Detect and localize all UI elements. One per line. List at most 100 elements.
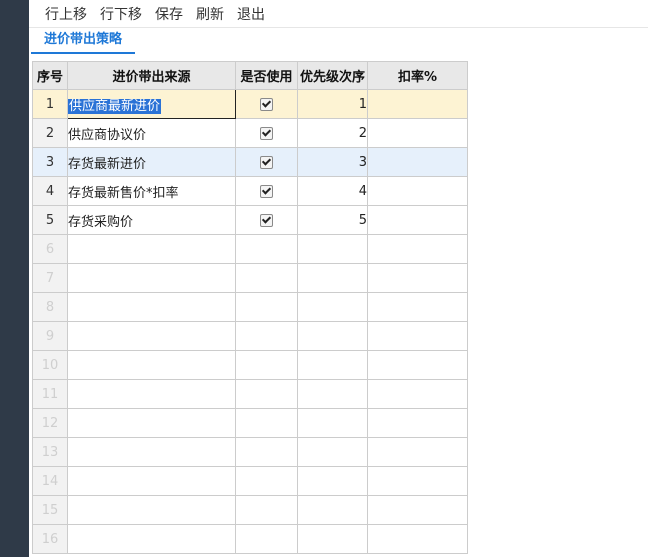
priority-cell[interactable] [297,379,368,409]
empty-row[interactable]: 14 [32,466,468,496]
rate-cell[interactable] [367,321,468,351]
empty-row[interactable]: 13 [32,437,468,467]
empty-row[interactable]: 9 [32,321,468,351]
table-row[interactable]: 3 存货最新进价 3 [32,147,468,177]
move-row-up-button[interactable]: 行上移 [45,4,87,24]
use-cell [235,89,298,119]
empty-row[interactable]: 11 [32,379,468,409]
rate-cell[interactable] [367,147,468,177]
empty-row[interactable]: 8 [32,292,468,322]
rate-cell[interactable] [367,350,468,380]
source-cell[interactable]: 存货最新进价 [67,147,236,177]
use-cell[interactable] [235,408,298,438]
table-row[interactable]: 1 供应商最新进价 1 [32,89,468,119]
priority-cell[interactable]: 1 [297,89,368,119]
use-cell[interactable] [235,379,298,409]
priority-cell[interactable]: 3 [297,147,368,177]
strategy-grid: 序号 进价带出来源 是否使用 优先级次序 扣率% 1 供应商最新进价 1 2 供… [32,61,468,554]
empty-row[interactable]: 16 [32,524,468,554]
use-cell[interactable] [235,495,298,525]
source-text-selected[interactable]: 供应商最新进价 [68,98,162,114]
refresh-button[interactable]: 刷新 [196,4,224,24]
use-checkbox[interactable] [260,184,273,198]
source-cell[interactable] [67,350,236,380]
priority-cell[interactable] [297,495,368,525]
rate-cell[interactable] [367,118,468,148]
source-cell[interactable] [67,408,236,438]
header-seq[interactable]: 序号 [32,61,68,90]
priority-cell[interactable]: 5 [297,205,368,235]
tab-purchase-price-strategy[interactable]: 进价带出策略 [31,29,135,54]
use-checkbox[interactable] [260,213,273,227]
priority-cell[interactable] [297,437,368,467]
header-rate[interactable]: 扣率% [367,61,468,90]
use-cell[interactable] [235,437,298,467]
use-cell[interactable] [235,234,298,264]
strategy-table: 序号 进价带出来源 是否使用 优先级次序 扣率% 1 供应商最新进价 1 2 供… [32,61,468,554]
priority-cell[interactable] [297,321,368,351]
rate-cell[interactable] [367,379,468,409]
save-button[interactable]: 保存 [155,4,183,24]
use-checkbox[interactable] [260,155,273,169]
use-cell[interactable] [235,263,298,293]
source-cell[interactable] [67,263,236,293]
move-row-down-button[interactable]: 行下移 [100,4,142,24]
rate-cell[interactable] [367,89,468,119]
source-cell[interactable]: 存货采购价 [67,205,236,235]
source-cell[interactable] [67,292,236,322]
priority-cell[interactable]: 2 [297,118,368,148]
rate-cell[interactable] [367,292,468,322]
use-cell[interactable] [235,350,298,380]
use-cell [235,118,298,148]
use-cell [235,205,298,235]
empty-row[interactable]: 12 [32,408,468,438]
empty-row[interactable]: 15 [32,495,468,525]
priority-cell[interactable] [297,466,368,496]
source-cell-editing[interactable]: 供应商最新进价 [67,89,236,119]
tab-bar: 进价带出策略 [29,29,648,55]
priority-cell[interactable] [297,263,368,293]
source-cell[interactable] [67,524,236,554]
priority-cell[interactable] [297,524,368,554]
rate-cell[interactable] [367,205,468,235]
exit-button[interactable]: 退出 [237,4,265,24]
empty-row[interactable]: 7 [32,263,468,293]
rate-cell[interactable] [367,466,468,496]
rate-cell[interactable] [367,437,468,467]
rate-cell[interactable] [367,524,468,554]
use-checkbox[interactable] [260,97,273,111]
use-checkbox[interactable] [260,126,273,140]
priority-cell[interactable] [297,350,368,380]
empty-row[interactable]: 6 [32,234,468,264]
rate-cell[interactable] [367,234,468,264]
table-row[interactable]: 2 供应商协议价 2 [32,118,468,148]
header-row: 序号 进价带出来源 是否使用 优先级次序 扣率% [32,61,468,90]
source-cell[interactable] [67,321,236,351]
header-source[interactable]: 进价带出来源 [67,61,236,90]
table-row[interactable]: 5 存货采购价 5 [32,205,468,235]
empty-row[interactable]: 10 [32,350,468,380]
rate-cell[interactable] [367,176,468,206]
use-cell[interactable] [235,466,298,496]
source-cell[interactable] [67,495,236,525]
use-cell[interactable] [235,321,298,351]
source-cell[interactable] [67,437,236,467]
row-seq: 13 [32,437,68,467]
table-row[interactable]: 4 存货最新售价*扣率 4 [32,176,468,206]
header-used[interactable]: 是否使用 [235,61,298,90]
source-cell[interactable]: 供应商协议价 [67,118,236,148]
rate-cell[interactable] [367,408,468,438]
source-cell[interactable] [67,379,236,409]
rate-cell[interactable] [367,263,468,293]
use-cell[interactable] [235,524,298,554]
priority-cell[interactable] [297,234,368,264]
header-priority[interactable]: 优先级次序 [297,61,368,90]
source-cell[interactable] [67,466,236,496]
priority-cell[interactable]: 4 [297,176,368,206]
priority-cell[interactable] [297,408,368,438]
source-cell[interactable]: 存货最新售价*扣率 [67,176,236,206]
rate-cell[interactable] [367,495,468,525]
use-cell[interactable] [235,292,298,322]
priority-cell[interactable] [297,292,368,322]
source-cell[interactable] [67,234,236,264]
